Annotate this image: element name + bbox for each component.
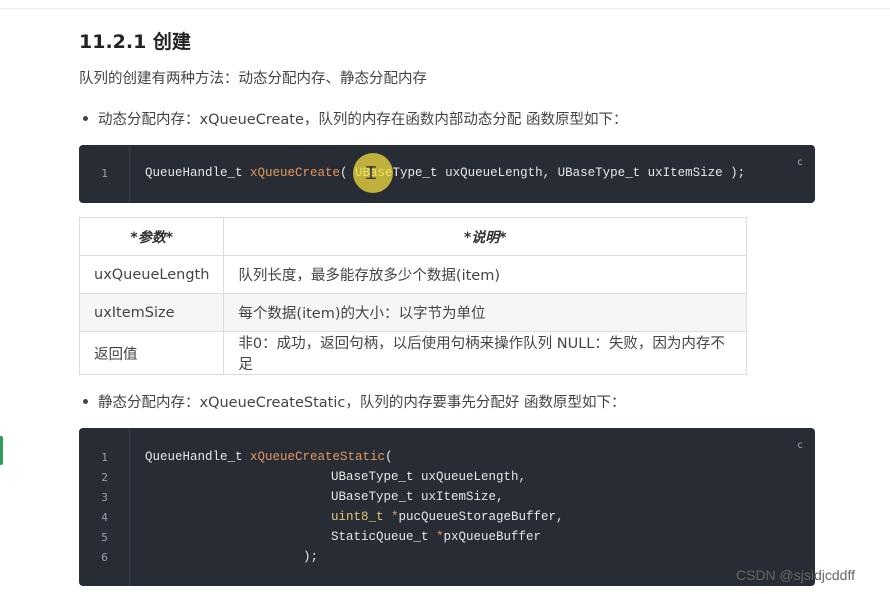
- code-line: UBaseType_t uxItemSize,: [331, 490, 504, 504]
- section-heading: 11.2.1 创建: [79, 31, 191, 53]
- line-number-gutter: 1 2 3 4 5 6: [79, 428, 130, 586]
- table-row: uxItemSize 每个数据(item)的大小：以字节为单位: [78, 293, 747, 332]
- code-args: ( UBaseType_t uxQueueLength, UBaseType_t…: [340, 166, 746, 180]
- table-header-row: *参数* *说明*: [78, 217, 747, 256]
- table-cell-desc: 非0：成功，返回句柄，以后使用句柄来操作队列 NULL：失败，因为内存不足: [223, 331, 747, 375]
- table-row: uxQueueLength 队列长度，最多能存放多少个数据(item): [78, 255, 747, 294]
- line-number: 3: [101, 491, 108, 504]
- table-cell-desc: 每个数据(item)的大小：以字节为单位: [223, 293, 747, 332]
- code-pointer: *: [383, 510, 399, 524]
- code-type: StaticQueue_t: [331, 530, 429, 544]
- column-header-param: *参数*: [78, 217, 225, 256]
- code-param: pxQueueBuffer: [443, 530, 542, 544]
- line-number: 1: [101, 451, 108, 464]
- intro-paragraph: 队列的创建有两种方法：动态分配内存、静态分配内存: [79, 71, 427, 87]
- table-cell-param: uxQueueLength: [78, 255, 225, 294]
- code-line: uint8_t *pucQueueStorageBuffer,: [331, 510, 564, 524]
- column-header-desc: *说明*: [223, 217, 747, 256]
- code-line: QueueHandle_t xQueueCreateStatic(: [145, 450, 393, 464]
- dynamic-alloc-text: 动态分配内存：xQueueCreate，队列的内存在函数内部动态分配 函数原型如…: [98, 112, 628, 128]
- line-number: 5: [101, 531, 108, 544]
- code-line: QueueHandle_t xQueueCreate( UBaseType_t …: [145, 166, 745, 180]
- line-number-gutter: 1: [79, 145, 130, 203]
- table-cell-desc: 队列长度，最多能存放多少个数据(item): [223, 255, 747, 294]
- code-block-xqueuecreatestatic[interactable]: 1 2 3 4 5 6 QueueHandle_t xQueueCreateSt…: [79, 428, 815, 586]
- top-divider: [0, 8, 890, 9]
- code-paren: (: [385, 450, 393, 464]
- dynamic-alloc-bullet: 动态分配内存：xQueueCreate，队列的内存在函数内部动态分配 函数原型如…: [79, 108, 628, 129]
- code-type: QueueHandle_t: [145, 166, 251, 180]
- code-pointer: *: [428, 530, 444, 544]
- line-number: 1: [101, 167, 108, 180]
- table-cell-param: uxItemSize: [78, 293, 225, 332]
- code-keyword: uint8_t: [331, 510, 384, 524]
- copy-code-button[interactable]: c: [797, 440, 803, 451]
- bullet-dot: [83, 116, 88, 121]
- copy-code-button[interactable]: c: [797, 157, 803, 168]
- code-line: UBaseType_t uxQueueLength,: [331, 470, 527, 484]
- text-cursor-icon: Ɪ: [366, 163, 377, 184]
- bullet-dot: [83, 399, 88, 404]
- csdn-watermark: CSDN @sjsidjcddff: [736, 567, 855, 583]
- line-number: 2: [101, 471, 108, 484]
- code-line: StaticQueue_t *pxQueueBuffer: [331, 530, 541, 544]
- code-line: );: [303, 550, 319, 564]
- code-function-name: xQueueCreate: [250, 166, 341, 180]
- line-number: 4: [101, 511, 108, 524]
- code-param: pucQueueStorageBuffer,: [398, 510, 564, 524]
- table-row: 返回值 非0：成功，返回句柄，以后使用句柄来操作队列 NULL：失败，因为内存不…: [78, 331, 747, 375]
- left-side-marker: [0, 436, 3, 465]
- code-block-xqueuecreate[interactable]: 1 QueueHandle_t xQueueCreate( UBaseType_…: [79, 145, 815, 203]
- static-alloc-text: 静态分配内存：xQueueCreateStatic，队列的内存要事先分配好 函数…: [98, 395, 626, 411]
- parameter-table: *参数* *说明* uxQueueLength 队列长度，最多能存放多少个数据(…: [78, 217, 747, 375]
- code-type: QueueHandle_t: [145, 450, 251, 464]
- static-alloc-bullet: 静态分配内存：xQueueCreateStatic，队列的内存要事先分配好 函数…: [79, 391, 625, 412]
- line-number: 6: [101, 551, 108, 564]
- code-function-name: xQueueCreateStatic: [250, 450, 386, 464]
- table-cell-param: 返回值: [78, 331, 225, 375]
